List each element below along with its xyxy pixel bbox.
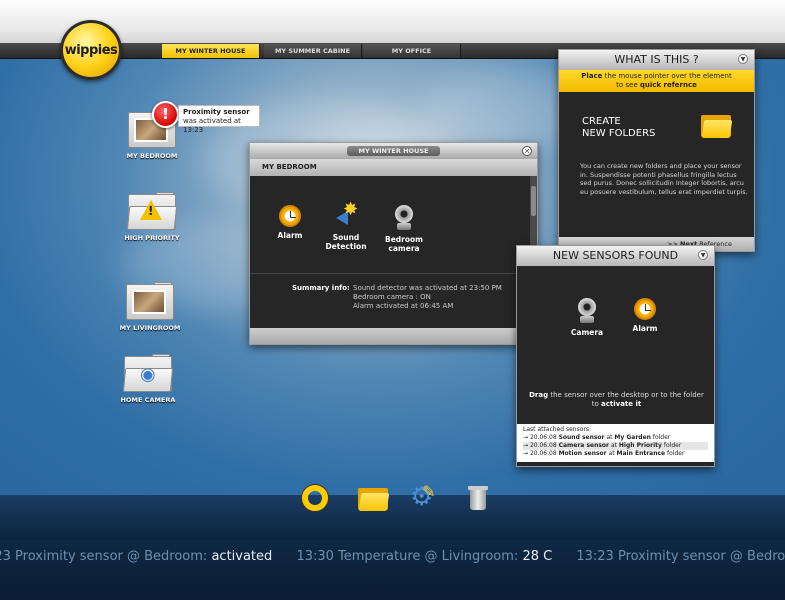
folder-icon [701, 112, 733, 138]
alert-icon[interactable]: ! [152, 101, 179, 128]
drag-instructions: Drag the sensor over the desktop or to t… [529, 391, 704, 408]
notification-title: Proximity sensor [183, 108, 250, 116]
summary-label: Summary info: [292, 284, 350, 292]
attached-sensors-list: Last attached sensors: → 20.06.08 Sound … [517, 424, 714, 462]
wippies-logo[interactable]: wippies [60, 20, 122, 80]
dock-bar [0, 495, 785, 540]
new-sensor-camera[interactable]: Camera [557, 298, 617, 337]
ticker-item: 13:23 Proximity sensor @ Bedroom: activa… [576, 549, 785, 564]
alarm-clock-icon [279, 205, 301, 227]
settings-pencil-icon[interactable]: ⚙ ✎ [410, 482, 438, 510]
chevron-down-icon[interactable]: ▼ [738, 54, 748, 64]
window-title: MY WINTER HOUSE [346, 146, 441, 156]
ring-icon[interactable] [302, 485, 330, 513]
help-heading: CREATE NEW FOLDERS [582, 116, 656, 139]
tab-my-office[interactable]: MY OFFICE [363, 44, 461, 58]
scrollbar-thumb[interactable] [531, 186, 536, 216]
list-item: → 20.06.08 Camera sensor at High Priorit… [523, 442, 708, 450]
list-item: → 20.06.08 Sound sensor at My Garden fol… [523, 434, 671, 441]
attached-header: Last attached sensors: [523, 426, 592, 433]
sensor-label: Camera [570, 328, 604, 337]
section-title: MY BEDROOM [250, 159, 537, 176]
sensors-panel-title: NEW SENSORS FOUND ▼ [517, 246, 714, 266]
sensor-label: Sound [332, 233, 360, 242]
sensor-sound-detection[interactable]: ✸ Sound Detection [316, 201, 376, 252]
new-sensor-alarm[interactable]: Alarm [615, 298, 675, 333]
window-footer [250, 328, 537, 344]
camera-folder-icon: ◉ [122, 354, 174, 394]
sensor-label: Detection [325, 242, 367, 251]
folder-label: MY LIVINGROOM [119, 324, 181, 332]
new-sensors-panel[interactable]: NEW SENSORS FOUND ▼ Camera Alarm Drag th… [516, 245, 715, 467]
summary-line: Alarm activated at 06:45 AM [353, 302, 454, 310]
list-item: → 20.06.08 Motion sensor at Main Entranc… [523, 450, 685, 457]
sensor-label: Alarm [632, 324, 658, 333]
sensor-alarm[interactable]: Alarm [260, 205, 320, 240]
notification-text: was activated at 13:23 [183, 117, 241, 134]
sensor-label: camera [388, 244, 420, 253]
folder-my-livingroom[interactable]: MY LIVINGROOM [110, 282, 190, 332]
folder-label: HIGH PRIORITY [124, 234, 180, 242]
close-icon[interactable]: × [522, 146, 532, 156]
webcam-icon [392, 205, 416, 231]
sensor-label: Bedroom [385, 235, 423, 244]
folder-high-priority[interactable]: ! HIGH PRIORITY [112, 192, 192, 242]
sensor-label: Alarm [277, 231, 303, 240]
help-body: You can create new folders and place you… [580, 162, 748, 196]
status-ticker: :23 Proximity sensor @ Bedroom: activate… [0, 540, 785, 600]
folder-home-camera[interactable]: ◉ HOME CAMERA [108, 354, 188, 404]
ticker-item: 13:30 Temperature @ Livingroom: 28 C [296, 549, 553, 564]
trash-icon[interactable] [465, 484, 493, 512]
hint-band: Place the mouse pointer over the element… [559, 70, 754, 92]
ticker-item: :23 Proximity sensor @ Bedroom: activate… [0, 549, 273, 564]
livingroom-photo-folder-icon [126, 282, 174, 322]
summary-line: Sound detector was activated at 23:50 PM [353, 284, 502, 292]
folder-label: HOME CAMERA [120, 396, 176, 404]
tab-my-winter-house[interactable]: MY WINTER HOUSE [162, 44, 260, 58]
window-titlebar[interactable]: MY WINTER HOUSE × [250, 143, 537, 159]
summary-lines: Sound detector was activated at 23:50 PM… [353, 284, 502, 311]
summary-line: Bedroom camera : ON [353, 293, 431, 301]
sensor-bedroom-camera[interactable]: Bedroom camera [374, 205, 434, 253]
chevron-down-icon[interactable]: ▼ [698, 250, 708, 260]
tab-my-summer-cabine[interactable]: MY SUMMER CABINE [264, 44, 362, 58]
house-window[interactable]: MY WINTER HOUSE × MY BEDROOM Alarm ✸ Sou… [249, 142, 538, 345]
webcam-icon [575, 298, 599, 324]
folder-icon[interactable] [358, 485, 390, 513]
notification-bubble[interactable]: Proximity sensor was activated at 13:23 [178, 105, 260, 134]
alarm-clock-icon [634, 298, 656, 320]
sound-detection-icon: ✸ [334, 201, 358, 229]
folder-label: MY BEDROOM [126, 152, 178, 160]
warning-folder-icon: ! [126, 192, 178, 232]
help-panel-title: WHAT IS THIS ? ▼ [559, 50, 754, 70]
help-panel[interactable]: WHAT IS THIS ? ▼ Place the mouse pointer… [558, 49, 755, 252]
